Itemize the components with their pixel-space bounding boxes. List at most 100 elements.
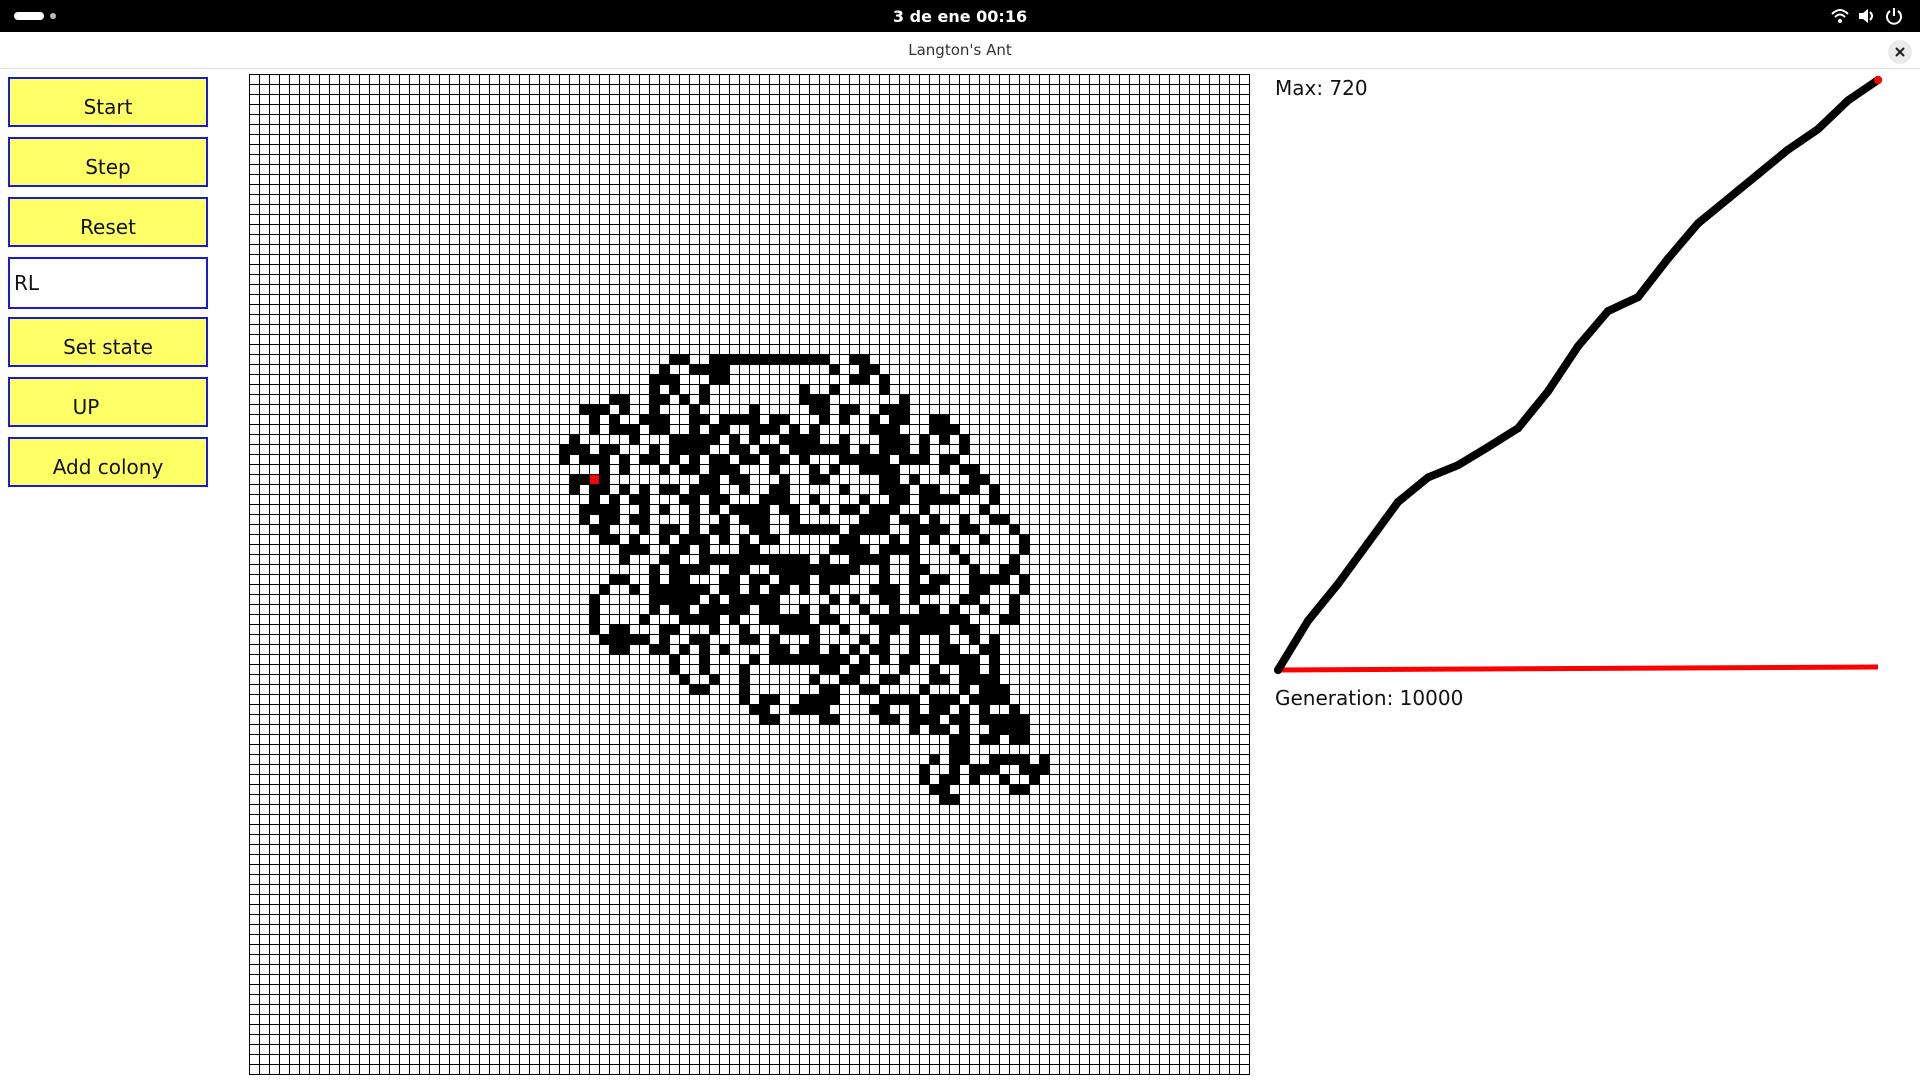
live-cell xyxy=(699,634,709,644)
live-cell xyxy=(909,704,919,714)
live-cell xyxy=(819,704,829,714)
live-cell xyxy=(789,444,799,454)
live-cell xyxy=(679,574,689,584)
wifi-icon[interactable] xyxy=(1830,6,1850,26)
live-cell xyxy=(729,554,739,564)
live-cell xyxy=(929,724,939,734)
live-cell xyxy=(819,474,829,484)
live-cell xyxy=(759,704,769,714)
live-cell xyxy=(849,354,859,364)
live-cell xyxy=(599,584,609,594)
live-cell xyxy=(679,534,689,544)
live-cell xyxy=(939,574,949,584)
live-cell xyxy=(689,404,699,414)
start-button[interactable]: Start xyxy=(8,77,208,127)
live-cell xyxy=(989,494,999,504)
live-cell xyxy=(849,534,859,544)
data-points xyxy=(1274,76,1882,674)
live-cell xyxy=(899,664,909,674)
live-cell xyxy=(949,694,959,704)
live-cell xyxy=(679,614,689,624)
live-cell xyxy=(679,394,689,404)
live-cell xyxy=(739,534,749,544)
live-cell xyxy=(879,674,889,684)
live-cell xyxy=(959,734,969,744)
live-cell xyxy=(799,454,809,464)
live-cell xyxy=(739,674,749,684)
live-cell xyxy=(919,624,929,634)
step-button[interactable]: Step xyxy=(8,137,208,187)
live-cell xyxy=(989,724,999,734)
live-cell xyxy=(719,454,729,464)
live-cell xyxy=(979,714,989,724)
population-graph xyxy=(1274,76,1882,674)
live-cell xyxy=(699,614,709,624)
live-cell xyxy=(979,704,989,714)
live-cell xyxy=(699,534,709,544)
data-point xyxy=(1544,387,1552,396)
live-cell xyxy=(819,574,829,584)
live-cell xyxy=(989,754,999,764)
live-cell xyxy=(879,544,889,554)
live-cell xyxy=(909,594,919,604)
live-cell xyxy=(699,394,709,404)
live-cell xyxy=(759,424,769,434)
live-cell xyxy=(1009,734,1019,744)
reset-button[interactable]: Reset xyxy=(8,197,208,247)
live-cell xyxy=(879,714,889,724)
live-cell xyxy=(919,484,929,494)
live-cell xyxy=(849,664,859,674)
live-cell xyxy=(879,404,889,414)
live-cell xyxy=(609,414,619,424)
live-cell xyxy=(779,494,789,504)
live-cell xyxy=(589,524,599,534)
live-cell xyxy=(779,354,789,364)
volume-icon[interactable] xyxy=(1856,6,1876,26)
live-cell xyxy=(949,744,959,754)
live-cell xyxy=(799,584,809,594)
live-cell xyxy=(689,634,699,644)
live-cell xyxy=(689,584,699,594)
live-cell xyxy=(699,584,709,594)
live-cell xyxy=(819,414,829,424)
live-cell xyxy=(739,664,749,674)
live-cell xyxy=(729,584,739,594)
live-cell xyxy=(999,754,1009,764)
ant-grid-canvas[interactable] xyxy=(249,74,1250,1075)
set-state-button[interactable]: Set state xyxy=(8,317,208,367)
live-cell xyxy=(669,624,679,634)
live-cell xyxy=(809,674,819,684)
live-cell xyxy=(929,514,939,524)
live-cell xyxy=(769,444,779,454)
live-cell xyxy=(589,484,599,494)
live-cell xyxy=(629,634,639,644)
live-cell xyxy=(769,584,779,594)
live-cell xyxy=(839,564,849,574)
power-icon[interactable] xyxy=(1884,6,1904,26)
live-cell xyxy=(919,584,929,594)
live-cell xyxy=(739,684,749,694)
add-colony-button[interactable]: Add colony xyxy=(8,437,208,487)
live-cell xyxy=(739,354,749,364)
live-cell xyxy=(629,514,639,524)
live-cell xyxy=(719,514,729,524)
live-cell xyxy=(879,514,889,524)
live-cell xyxy=(829,694,839,704)
live-cell xyxy=(879,644,889,654)
live-cell xyxy=(889,484,899,494)
live-cell xyxy=(959,654,969,664)
live-cell xyxy=(669,434,679,444)
system-clock[interactable]: 3 de ene 00:16 xyxy=(0,7,1920,26)
live-cell xyxy=(689,684,699,694)
live-cell xyxy=(659,534,669,544)
direction-button[interactable]: UP xyxy=(8,377,208,427)
rule-input[interactable] xyxy=(8,257,208,309)
live-cell xyxy=(649,564,659,574)
grid-lines xyxy=(249,74,1250,1075)
live-cell xyxy=(619,554,629,564)
live-cell xyxy=(739,444,749,454)
grid-line-path xyxy=(249,74,1250,1075)
close-icon[interactable] xyxy=(1888,40,1912,64)
live-cell xyxy=(1019,724,1029,734)
data-point xyxy=(1394,498,1402,507)
